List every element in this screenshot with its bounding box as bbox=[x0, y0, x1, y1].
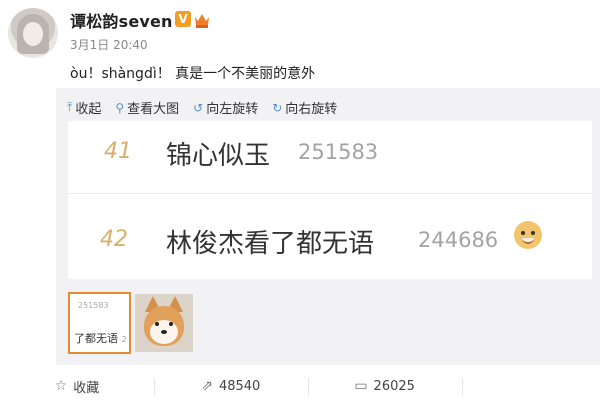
star-icon: ☆ bbox=[54, 378, 68, 394]
rotate-right-label: 向右旋转 bbox=[285, 102, 338, 117]
member-crown-icon bbox=[195, 14, 209, 28]
like-button[interactable] bbox=[461, 370, 600, 402]
rank-number: 42 bbox=[100, 227, 128, 252]
rank-score: 251583 bbox=[298, 140, 379, 164]
avatar-face bbox=[23, 22, 43, 46]
rotate-right-button[interactable]: ↻ 向右旋转 bbox=[272, 98, 338, 118]
collapse-button[interactable]: ⤒ 收起 bbox=[67, 98, 101, 117]
favorite-button[interactable]: ☆ 收藏 bbox=[0, 370, 154, 402]
comment-count: 26025 bbox=[373, 378, 415, 394]
repost-button[interactable]: ⇗ 48540 bbox=[153, 370, 308, 402]
rotate-left-label: 向左旋转 bbox=[206, 102, 259, 117]
rank-name: 锦心似玉 bbox=[166, 141, 271, 171]
thumbnail-number: 251583 bbox=[78, 301, 109, 310]
view-large-button[interactable]: ⚲ 查看大图 bbox=[115, 98, 180, 118]
rank-score: 244686 bbox=[418, 228, 499, 252]
action-bar: ☆ 收藏 ⇗ 48540 ▭ 26025 bbox=[0, 370, 600, 402]
doge-emoji-icon bbox=[514, 221, 542, 249]
rotate-left-icon: ↺ bbox=[193, 100, 204, 115]
rotate-right-icon: ↻ bbox=[272, 100, 283, 115]
rank-name: 林俊杰看了都无语 bbox=[166, 229, 375, 259]
favorite-label: 收藏 bbox=[73, 380, 100, 396]
rank-number: 41 bbox=[104, 139, 132, 164]
post-text: òu！shàngdì！ 真是一个不美丽的意外 bbox=[70, 66, 316, 82]
collapse-label: 收起 bbox=[75, 102, 102, 117]
rotate-left-button[interactable]: ↺ 向左旋转 bbox=[193, 98, 259, 118]
username[interactable]: 谭松韵seven bbox=[70, 8, 173, 32]
thumbnail-2[interactable] bbox=[135, 294, 193, 352]
thumbnail-text: 了都无语 2 bbox=[74, 332, 127, 345]
comment-icon: ▭ bbox=[354, 378, 368, 394]
divider bbox=[68, 193, 592, 194]
avatar[interactable] bbox=[8, 8, 58, 58]
repost-icon: ⇗ bbox=[201, 378, 213, 394]
verified-badge-icon: V bbox=[175, 11, 191, 27]
magnifier-icon: ⚲ bbox=[115, 100, 125, 115]
repost-count: 48540 bbox=[218, 378, 261, 394]
post-time[interactable]: 3月1日 20:40 bbox=[70, 36, 148, 53]
thumbnail-1[interactable]: 251583 了都无语 2 bbox=[68, 292, 131, 354]
post-image[interactable]: 41 锦心似玉 251583 42 林俊杰看了都无语 244686 bbox=[68, 121, 592, 279]
media-toolbar: ⤒ 收起 ⚲ 查看大图 ↺ 向左旋转 ↻ 向右旋转 bbox=[67, 98, 337, 117]
comment-button[interactable]: ▭ 26025 bbox=[307, 370, 462, 402]
view-large-label: 查看大图 bbox=[127, 102, 180, 117]
collapse-icon: ⤒ bbox=[67, 100, 73, 114]
